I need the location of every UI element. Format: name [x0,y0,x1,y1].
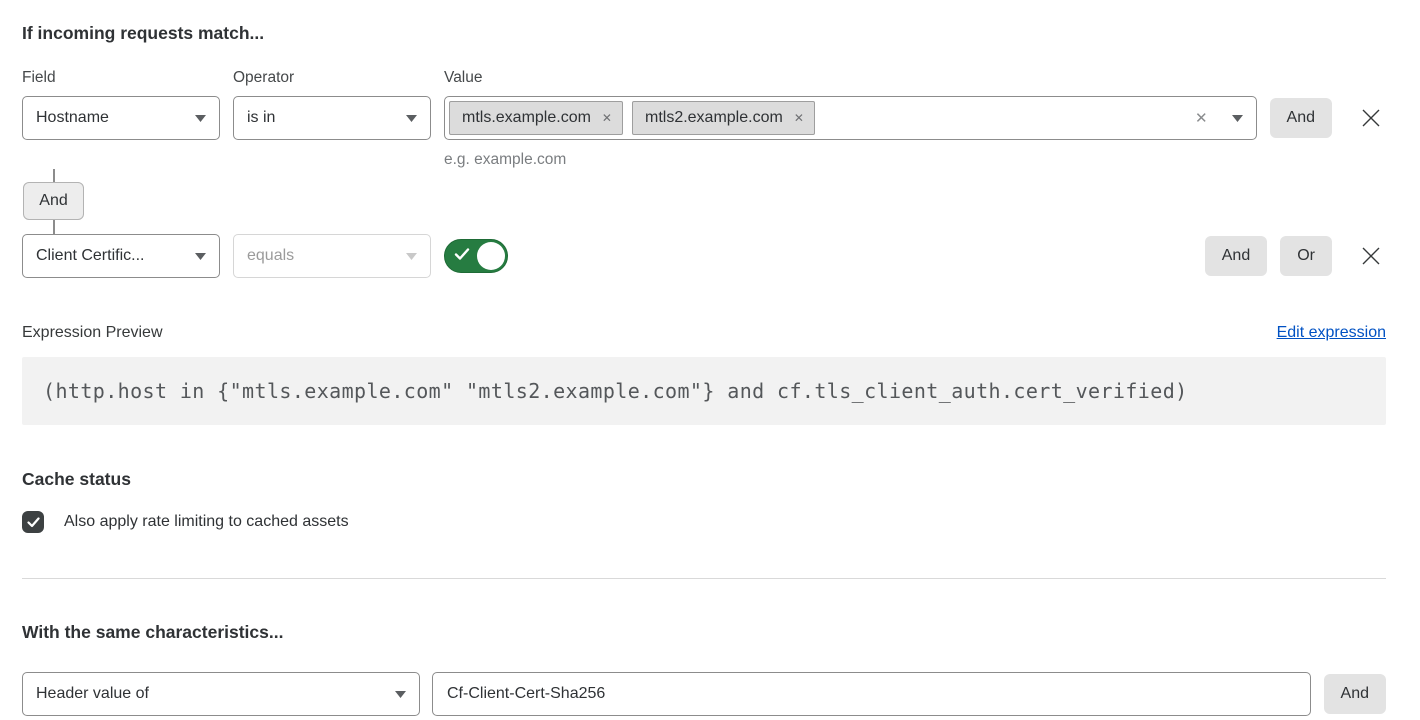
value-label: Value [444,69,1386,87]
close-icon[interactable] [1356,234,1386,278]
cache-checkbox-row: Also apply rate limiting to cached asset… [22,511,1386,533]
characteristics-title: With the same characteristics... [22,622,1386,642]
expression-preview-label: Expression Preview [22,324,163,342]
operator-label: Operator [233,69,444,87]
add-or-condition-button[interactable]: Or [1280,236,1332,276]
add-and-condition-button-2[interactable]: And [1205,236,1267,276]
value-tag: mtls.example.com ✕ [449,101,623,135]
value-toggle-switch[interactable] [444,239,508,273]
field-select-1[interactable]: Hostname [22,96,220,140]
value-helper-text: e.g. example.com [444,151,1257,169]
tag-remove-icon[interactable]: ✕ [602,112,612,124]
cached-assets-checkbox-label: Also apply rate limiting to cached asset… [64,513,349,531]
chevron-down-icon[interactable] [1232,115,1243,122]
operator-select-1[interactable]: is in [233,96,431,140]
characteristic-select[interactable]: Header value of [22,672,420,716]
chevron-down-icon [195,253,206,260]
multiselect-controls: ✕ [1195,111,1243,126]
cached-assets-checkbox[interactable] [22,511,44,533]
field-select-2-value: Client Certific... [36,247,144,265]
expression-code-block: (http.host in {"mtls.example.com" "mtls2… [22,357,1386,425]
field-select-2[interactable]: Client Certific... [22,234,220,278]
match-section-title: If incoming requests match... [22,0,1386,43]
value-tag-text: mtls2.example.com [645,109,783,127]
value-tag: mtls2.example.com ✕ [632,101,815,135]
cache-status-title: Cache status [22,469,1386,489]
clear-icon[interactable]: ✕ [1195,111,1208,126]
condition-labels-row: Field Operator Value [22,69,1386,87]
value-tags: mtls.example.com ✕ mtls2.example.com ✕ [449,101,1195,135]
value-tag-text: mtls.example.com [462,109,591,127]
connector-column: And [23,169,85,234]
chevron-down-icon [195,115,206,122]
checkbox-check-icon [27,517,40,528]
chevron-down-icon [406,115,417,122]
check-icon [454,247,470,266]
header-name-input[interactable] [432,672,1311,716]
operator-select-1-value: is in [247,109,275,127]
toggle-knob [477,242,505,270]
chevron-down-icon [406,253,417,260]
condition-row-2: Client Certific... equals And Or [22,234,1386,278]
and-connector-button[interactable]: And [23,182,84,220]
section-divider [22,578,1386,579]
characteristic-select-value: Header value of [36,685,149,703]
connector-line-bottom [53,220,55,234]
operator-select-2: equals [233,234,431,278]
value-column: mtls.example.com ✕ mtls2.example.com ✕ ✕… [444,96,1257,169]
expression-code: (http.host in {"mtls.example.com" "mtls2… [43,379,1188,403]
characteristics-row: Header value of And [22,672,1386,716]
operator-select-2-placeholder: equals [247,247,294,265]
expression-header: Expression Preview Edit expression [22,324,1386,342]
close-icon[interactable] [1356,96,1386,140]
field-select-1-value: Hostname [36,109,109,127]
condition-row-1: Hostname is in mtls.example.com ✕ mtls2.… [22,96,1386,169]
rule-builder-page: If incoming requests match... Field Oper… [0,0,1420,716]
add-characteristic-button[interactable]: And [1324,674,1386,714]
field-label: Field [22,69,233,87]
value-multiselect[interactable]: mtls.example.com ✕ mtls2.example.com ✕ ✕ [444,96,1257,140]
add-and-condition-button-1[interactable]: And [1270,98,1332,138]
edit-expression-link[interactable]: Edit expression [1277,324,1386,342]
chevron-down-icon [395,691,406,698]
connector-line-top [53,169,55,182]
tag-remove-icon[interactable]: ✕ [794,112,804,124]
